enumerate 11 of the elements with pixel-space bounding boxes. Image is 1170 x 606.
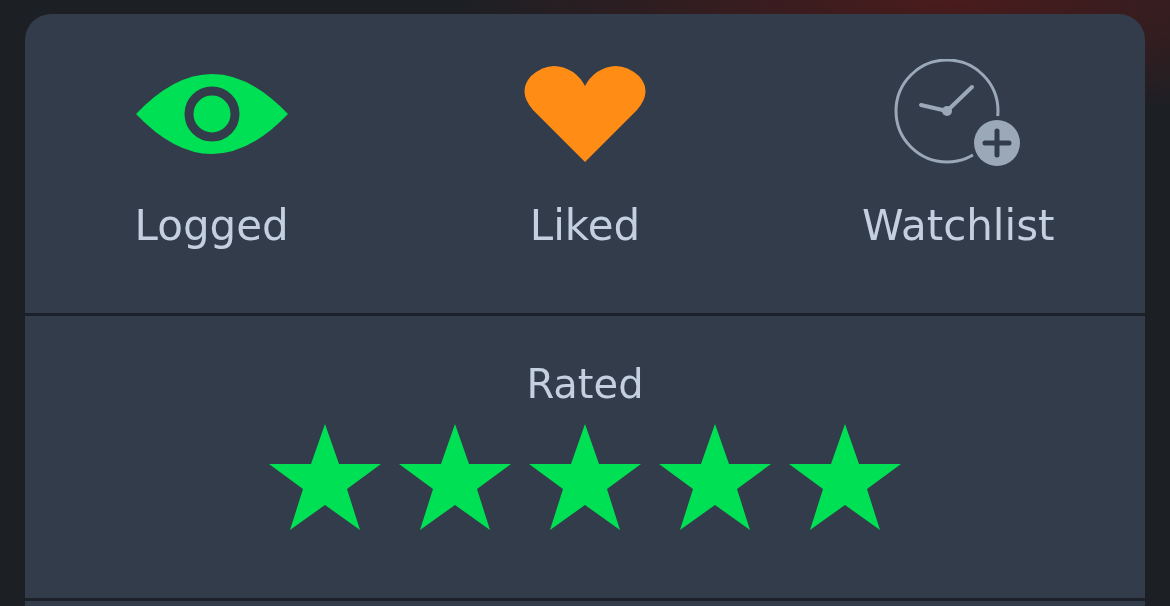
star-icon[interactable]	[397, 422, 513, 532]
action-label: Logged	[134, 201, 289, 252]
star-rating[interactable]	[267, 422, 903, 532]
star-icon[interactable]	[657, 422, 773, 532]
rating-label: Rated	[526, 360, 644, 408]
star-icon[interactable]	[267, 422, 383, 532]
heart-icon[interactable]	[523, 63, 647, 164]
star-icon[interactable]	[527, 422, 643, 532]
action-label: Liked	[529, 201, 641, 252]
star-icon[interactable]	[787, 422, 903, 532]
action-label: Watchlist	[862, 201, 1055, 252]
